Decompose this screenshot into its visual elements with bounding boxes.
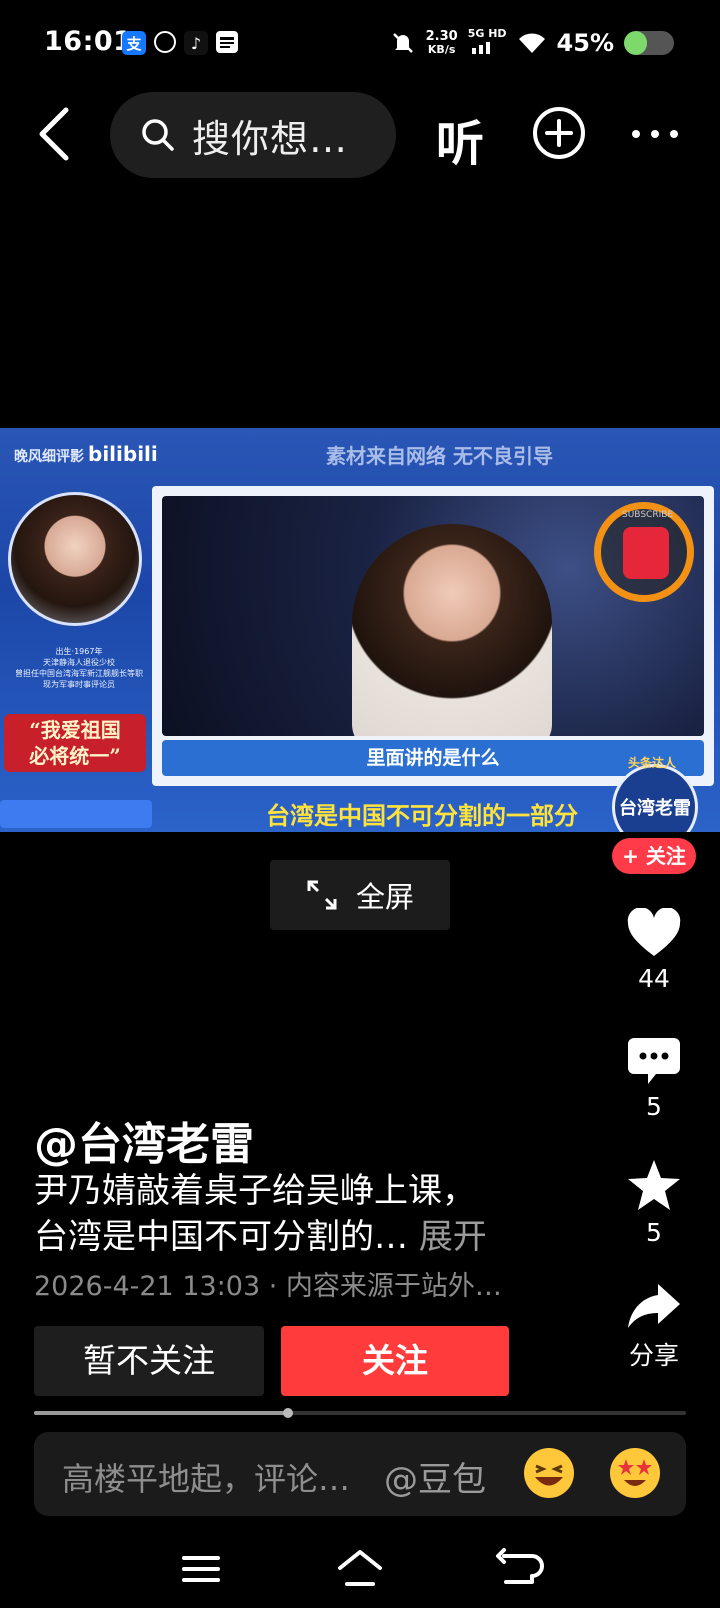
video-bio: 出生·1967年 天津静海人退役少校 曾担任中国台湾海军新江舰舰长等职 现为军事… [15,647,143,689]
battery-icon [624,31,674,55]
mute-icon [392,33,413,53]
comment-button[interactable]: 5 [618,1036,690,1121]
video-decor-strip [0,800,152,828]
follow-badge-button[interactable]: + 关注 [612,838,696,874]
mention-doubao-button[interactable]: @豆包 [384,1452,486,1501]
speaker-figure [352,524,552,736]
expand-icon [307,880,337,910]
system-nav-bar [0,1536,720,1608]
wifi-icon [518,33,545,53]
comment-count: 5 [646,1092,662,1121]
comment-icon [628,1038,680,1084]
listen-button[interactable]: 听 [436,104,484,174]
clock: 16:01 [44,26,133,57]
cellular-icon: 5G HD [468,28,507,58]
not-follow-button[interactable]: 暂不关注 [34,1326,264,1396]
system-indicators: 2.30 KB/s 5G HD 45% [390,28,674,58]
alipay-icon: 支 [122,31,146,55]
subscribe-text: SUBSCRIBE [622,510,674,520]
channel-logo-badge: 头条达人 [628,756,677,770]
share-icon [628,1284,680,1328]
star-eyes-emoji-icon[interactable] [610,1448,660,1498]
laughing-emoji-icon[interactable] [524,1448,574,1498]
comment-input[interactable]: 高楼平地起，评论… @豆包 [34,1432,686,1516]
favorite-button[interactable]: 5 [618,1158,690,1247]
video-slogan: “我爱祖国 必将统一” [4,714,146,772]
expand-link[interactable]: 展开 [419,1217,487,1257]
fullscreen-button[interactable]: 全屏 [270,860,450,930]
status-bar: 16:01 支 ♪ 2.30 KB/s 5G HD 45% [0,0,720,90]
share-button[interactable]: 分享 [618,1282,690,1372]
like-button[interactable]: 44 [618,908,690,993]
video-top-note: 素材来自网络 无不良引导 [326,444,553,468]
portrait-image [8,492,142,626]
menu-icon[interactable] [176,1546,226,1592]
post-description[interactable]: 尹乃婧敲着桌子给吴峥上课， 台湾是中国不可分割的… 展开 [34,1168,574,1260]
app-icon [154,31,176,53]
news-icon [216,31,238,53]
back-button[interactable] [32,104,82,164]
more-icon[interactable] [630,128,680,140]
fullscreen-label: 全屏 [355,880,414,914]
search-input[interactable]: 搜你想… [110,92,396,178]
notification-icons: 支 ♪ [122,31,238,55]
progress-fill [34,1411,289,1415]
tiktok-icon: ♪ [184,31,208,55]
net-speed: 2.30 KB/s [425,29,458,56]
follow-button[interactable]: 关注 [281,1326,509,1396]
video-progress-bar[interactable] [34,1408,686,1418]
favorite-count: 5 [646,1218,662,1247]
home-icon[interactable] [335,1546,385,1592]
back-nav-icon[interactable] [494,1546,544,1592]
add-icon[interactable] [532,106,586,160]
post-meta: 2026-4-21 13:03 · 内容来源于站外… [34,1271,502,1302]
studio-scene: SUBSCRIBE [162,496,704,736]
author-name[interactable]: @台湾老雷 [34,1108,254,1172]
video-player[interactable]: 晚风细评影 bilibili 素材来自网络 无不良引导 出生·1967年 天津静海… [0,428,720,832]
video-brand: 晚风细评影 bilibili [14,442,158,466]
search-placeholder: 搜你想… [192,116,349,161]
battery-percent: 45% [556,29,614,57]
video-inner-screen: SUBSCRIBE 里面讲的是什么 [152,486,714,786]
share-label: 分享 [628,1341,679,1370]
like-count: 44 [638,964,670,993]
star-icon [628,1160,680,1210]
red-packet-icon [623,527,669,579]
search-icon [142,119,174,151]
heart-icon [627,908,681,956]
comment-placeholder: 高楼平地起，评论… [62,1460,351,1498]
progress-thumb[interactable] [283,1408,294,1418]
video-subtitle: 里面讲的是什么 [162,740,704,776]
video-banner: 台湾是中国不可分割的一部分 [266,802,578,830]
